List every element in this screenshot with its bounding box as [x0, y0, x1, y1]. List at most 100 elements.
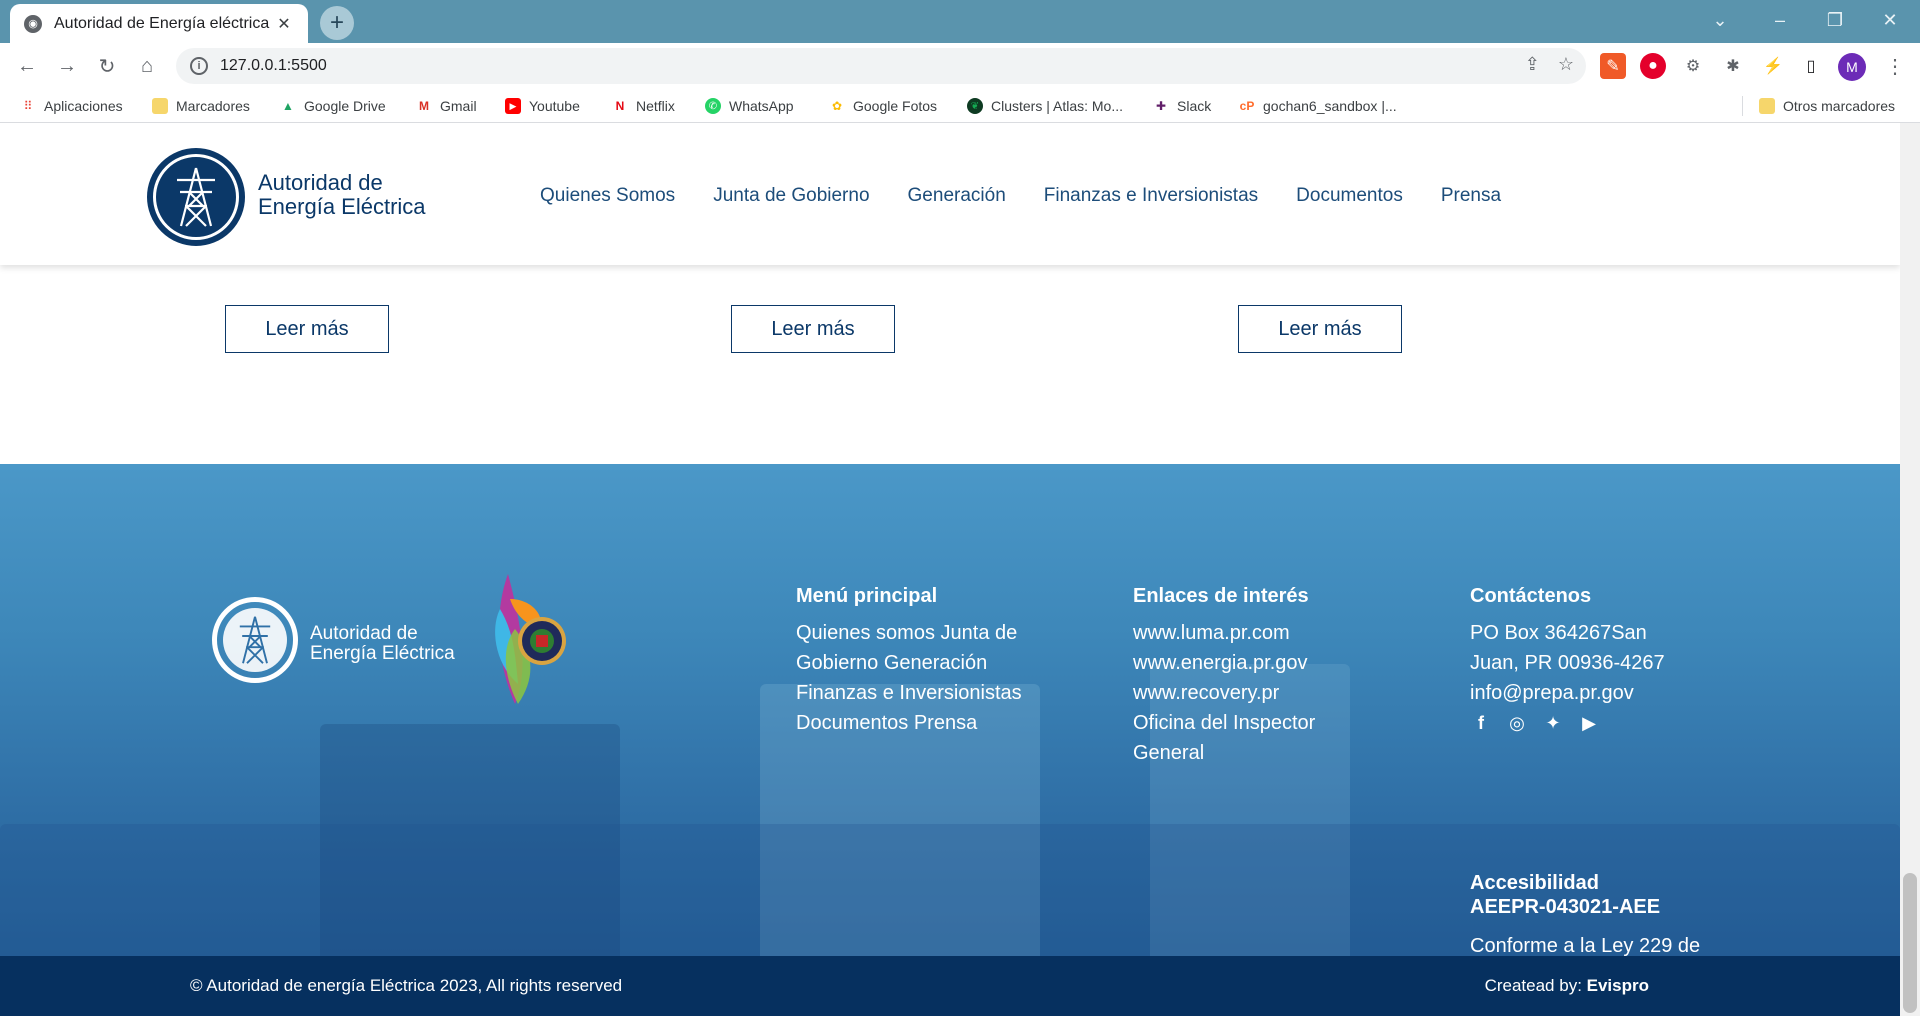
- new-tab-button[interactable]: +: [320, 6, 354, 40]
- nav-finanzas[interactable]: Finanzas e Inversionistas: [1044, 185, 1258, 207]
- puzzle-icon[interactable]: ✱: [1720, 53, 1746, 79]
- nav-documentos[interactable]: Documentos: [1296, 185, 1403, 207]
- footer-links-title: Enlaces de interés: [1133, 585, 1309, 607]
- folder-icon: [152, 98, 168, 114]
- read-more-button[interactable]: Leer más: [225, 305, 389, 353]
- nav-prensa[interactable]: Prensa: [1441, 185, 1501, 207]
- footer-link-recovery[interactable]: www.recovery.pr: [1133, 678, 1363, 708]
- google-photos-icon: ✿: [831, 99, 843, 113]
- nav-quienes-somos[interactable]: Quienes Somos: [540, 185, 675, 207]
- footer-menu-column: Menú principal Quienes somos Junta de Go…: [796, 585, 1026, 738]
- browser-tab[interactable]: ◉ Autoridad de Energía eléctrica ✕: [10, 4, 308, 43]
- browser-toolbar: ← → ↻ ⌂ i 127.0.0.1:5500 ⇪ ☆ ✎ ● ⚙ ✱ ⚡ ▯…: [0, 43, 1920, 89]
- footer-bottom-bar: © Autoridad de energía Eléctrica 2023, A…: [0, 956, 1900, 1016]
- site-header: Autoridad de Energía Eléctrica Quienes S…: [0, 123, 1900, 265]
- footer-link-energia[interactable]: www.energia.pr.gov: [1133, 648, 1363, 678]
- close-window-icon[interactable]: ✕: [1870, 6, 1910, 34]
- instagram-icon[interactable]: ◎: [1506, 712, 1528, 734]
- youtube-icon[interactable]: ▶: [1578, 712, 1600, 734]
- whatsapp-icon: ✆: [705, 98, 721, 114]
- power-tower-icon: [239, 616, 271, 664]
- forward-icon[interactable]: →: [52, 51, 82, 81]
- home-icon[interactable]: ⌂: [132, 51, 162, 81]
- footer-logo[interactable]: [212, 597, 298, 683]
- credit-name[interactable]: Evispro: [1587, 976, 1649, 995]
- footer-links-column: Enlaces de interés www.luma.pr.com www.e…: [1133, 585, 1363, 768]
- accessibility-title: Accesibilidad AEEPR-043021-AEE: [1470, 872, 1661, 918]
- accessibility-block: Accesibilidad AEEPR-043021-AEE Conforme …: [1470, 871, 1710, 956]
- bookmark-item[interactable]: ▲ Google Drive: [280, 96, 386, 116]
- read-more-button[interactable]: Leer más: [731, 305, 895, 353]
- extension-icon[interactable]: ✎: [1600, 53, 1626, 79]
- bookmark-item[interactable]: M Gmail: [416, 96, 477, 116]
- cpanel-icon: cP: [1239, 99, 1255, 113]
- mongodb-icon: ❦: [967, 98, 983, 114]
- bookmark-item[interactable]: ✿ Google Fotos: [829, 96, 937, 116]
- footer-logo-wordmark: Autoridad de Energía Eléctrica: [310, 623, 455, 664]
- footer-menu-links[interactable]: Quienes somos Junta de Gobierno Generaci…: [796, 618, 1026, 738]
- credit-text: Createad by: Evispro: [1484, 976, 1649, 995]
- tab-search-icon[interactable]: ⌄: [1700, 6, 1740, 34]
- bookmark-item[interactable]: ⠿ Aplicaciones: [20, 96, 123, 116]
- slack-icon: ✚: [1155, 99, 1167, 113]
- profile-avatar[interactable]: M: [1838, 53, 1866, 81]
- apps-grid-icon: ⠿: [23, 99, 33, 113]
- footer-link-luma[interactable]: www.luma.pr.com: [1133, 618, 1363, 648]
- gear-extension-icon[interactable]: ⚙: [1680, 53, 1706, 79]
- site-footer: Autoridad de Energía Eléctrica Menú prin…: [0, 464, 1900, 956]
- menu-kebab-icon[interactable]: ⋮: [1880, 51, 1910, 81]
- footer-email[interactable]: info@prepa.pr.gov: [1470, 678, 1700, 708]
- browser-tab-strip: ◉ Autoridad de Energía eléctrica ✕ + ⌄ –…: [0, 0, 1920, 43]
- globe-icon: ◉: [24, 14, 42, 33]
- bookmark-item[interactable]: ✚ Slack: [1153, 96, 1211, 116]
- accessibility-text[interactable]: Conforme a la Ley 229 de 2003 Política d…: [1470, 931, 1710, 956]
- scrollbar-thumb[interactable]: [1903, 873, 1917, 1013]
- restore-icon[interactable]: ❐: [1815, 6, 1855, 34]
- footer-contact-title: Contáctenos: [1470, 585, 1592, 607]
- bookmark-item[interactable]: cP gochan6_sandbox |...: [1239, 96, 1397, 116]
- gmail-icon: M: [419, 99, 429, 113]
- share-icon[interactable]: ⇪: [1525, 54, 1540, 75]
- page-viewport: Autoridad de Energía Eléctrica Quienes S…: [0, 123, 1900, 1016]
- main-nav: Quienes Somos Junta de Gobierno Generaci…: [540, 185, 1501, 207]
- bookmark-item[interactable]: ✆ WhatsApp: [705, 96, 794, 116]
- tab-title: Autoridad de Energía eléctrica: [54, 14, 270, 32]
- social-links: f ◎ ✦ ▶: [1470, 712, 1700, 734]
- twitter-icon[interactable]: ✦: [1542, 712, 1564, 734]
- side-panel-icon[interactable]: ▯: [1798, 53, 1824, 79]
- footer-menu-title: Menú principal: [796, 585, 938, 607]
- reload-icon[interactable]: ↻: [92, 51, 122, 81]
- government-seal-icon: [495, 574, 566, 704]
- performance-icon[interactable]: ⚡: [1760, 53, 1786, 79]
- logo-wordmark[interactable]: Autoridad de Energía Eléctrica: [258, 171, 426, 219]
- read-more-button[interactable]: Leer más: [1238, 305, 1402, 353]
- bookmark-item[interactable]: ❦ Clusters | Atlas: Mo...: [967, 96, 1123, 116]
- nav-generacion[interactable]: Generación: [908, 185, 1006, 207]
- bookmark-item[interactable]: ▶ Youtube: [505, 96, 580, 116]
- url-text: 127.0.0.1:5500: [220, 57, 327, 74]
- nav-junta-de-gobierno[interactable]: Junta de Gobierno: [713, 185, 869, 207]
- adblock-icon[interactable]: ●: [1640, 53, 1666, 79]
- bookmarks-bar: ⠿ Aplicaciones Marcadores ▲ Google Drive…: [0, 89, 1920, 123]
- footer-contact-column: Contáctenos PO Box 364267San Juan, PR 00…: [1470, 585, 1700, 734]
- page-scrollbar[interactable]: [1900, 123, 1920, 1016]
- other-bookmarks[interactable]: Otros marcadores: [1742, 96, 1895, 116]
- facebook-icon[interactable]: f: [1470, 712, 1492, 734]
- aee-logo[interactable]: [147, 148, 245, 246]
- netflix-icon: N: [615, 99, 625, 113]
- copyright-text: © Autoridad de energía Eléctrica 2023, A…: [190, 976, 623, 995]
- bookmark-item[interactable]: Marcadores: [152, 96, 250, 116]
- power-tower-icon: [177, 167, 215, 227]
- youtube-icon: ▶: [505, 98, 521, 114]
- footer-link-inspector[interactable]: Oficina del Inspector General: [1133, 708, 1363, 768]
- site-info-icon[interactable]: i: [190, 57, 208, 75]
- back-icon[interactable]: ←: [12, 51, 42, 81]
- google-drive-icon: ▲: [282, 99, 294, 113]
- bookmark-item[interactable]: N Netflix: [612, 96, 675, 116]
- close-tab-icon[interactable]: ✕: [274, 14, 294, 34]
- minimize-icon[interactable]: –: [1760, 6, 1800, 34]
- bookmark-star-icon[interactable]: ☆: [1558, 54, 1574, 75]
- footer-address: PO Box 364267San Juan, PR 00936-4267: [1470, 622, 1665, 674]
- folder-icon: [1759, 98, 1775, 114]
- address-bar[interactable]: i 127.0.0.1:5500 ⇪ ☆: [176, 48, 1586, 84]
